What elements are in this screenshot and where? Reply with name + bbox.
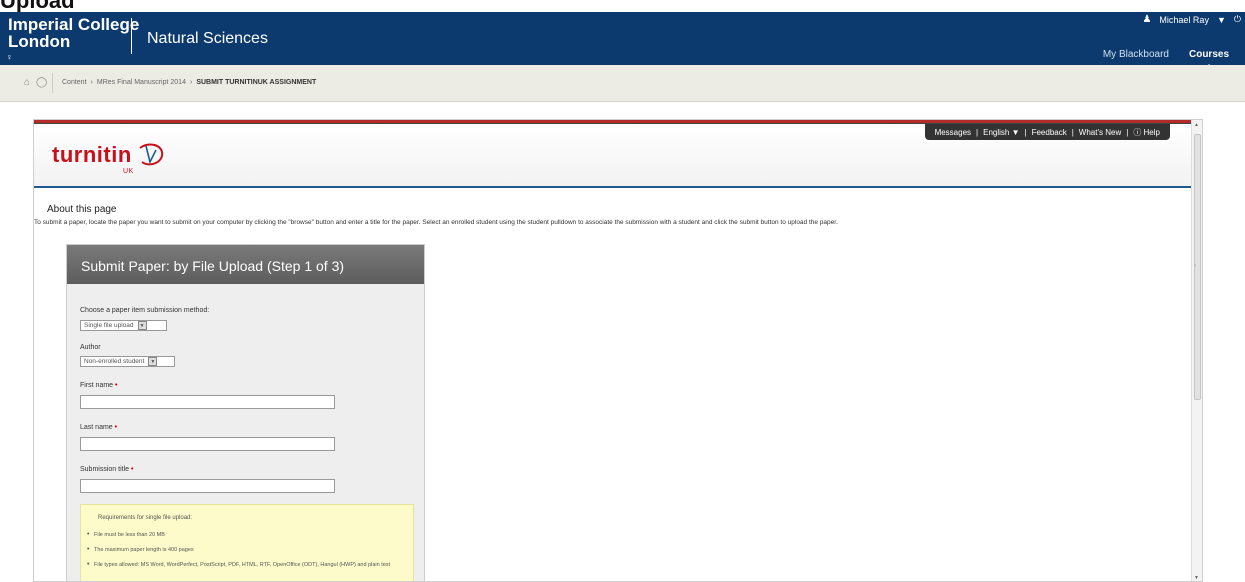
power-icon[interactable]: ⏻ [1234,14,1241,25]
header-rule [34,186,1193,188]
author-value: Non-enrolled student [84,358,145,365]
requirement-item: The maximum paper length is 400 pages [87,546,407,553]
submission-title-input[interactable] [80,479,335,493]
turnitin-logo: turnitin UK [52,142,164,175]
caption-strip: Upload [0,0,1245,12]
submit-paper-panel: Submit Paper: by File Upload (Step 1 of … [66,244,425,581]
submission-title-label: Submission title • [80,466,133,473]
home-icon[interactable]: ⌂ [24,77,30,88]
breadcrumb: Content › MRes Final Manuscript 2014 › S… [62,79,316,86]
department-title[interactable]: Natural Sciences [147,30,268,48]
required-marker: • [115,382,118,389]
logo-line1: Imperial College [8,15,140,34]
utility-separator: | [1126,127,1129,137]
breadcrumb-icons: ⌂ ◯ [24,77,47,88]
first-name-input[interactable] [80,395,335,409]
feedback-link[interactable]: Feedback [1032,128,1067,137]
caption-text: Upload [0,0,75,12]
link-icon: ♀ [6,52,13,62]
breadcrumb-separator: › [90,79,93,86]
required-marker: • [130,466,134,473]
requirements-title: Requirements for single file upload: [98,515,193,521]
utility-separator: | [1071,127,1074,137]
submission-method-value: Single file upload [84,322,134,329]
logo-divider [131,18,132,54]
submission-method-select[interactable]: Single file upload ▼ [80,320,167,331]
chevron-down-icon: ▼ [148,357,158,366]
chevron-down-icon: ▼ [137,321,147,330]
about-text: To submit a paper, locate the paper you … [34,219,838,226]
turnitin-swoosh-icon [139,143,164,166]
breadcrumb-divider [52,73,53,93]
utility-separator: | [1024,127,1027,137]
last-name-label-text: Last name [80,424,113,431]
requirements-list: File must be less than 20 MB The maximum… [87,531,407,577]
turnitin-logo-text: turnitin [52,142,132,167]
last-name-label: Last name • [80,424,117,431]
nav-courses[interactable]: Courses [1189,49,1229,69]
scroll-up-arrow[interactable]: ▲ [1194,122,1199,128]
college-logo[interactable]: Imperial College London [8,16,139,50]
method-label: Choose a paper item submission method: [80,307,210,314]
last-name-input[interactable] [80,437,335,451]
author-label: Author [80,344,101,351]
top-nav: My Blackboard Courses [1103,49,1229,69]
user-name[interactable]: Michael Ray [1159,15,1209,25]
requirement-item: File types allowed: MS Word, WordPerfect… [87,561,407,568]
required-marker: • [114,424,118,431]
submission-title-label-text: Submission title [80,466,130,473]
breadcrumb-current: SUBMIT TURNITINUK ASSIGNMENT [196,79,317,86]
turnitin-utility-bar: Messages | English ▼ | Feedback | What's… [924,124,1170,140]
scroll-down-arrow[interactable]: ▼ [1194,575,1199,581]
breadcrumb-course[interactable]: MRes Final Manuscript 2014 [97,79,186,86]
breadcrumb-content[interactable]: Content [62,79,87,86]
chevron-down-icon[interactable]: ▼ [1217,15,1226,25]
nav-my-blackboard[interactable]: My Blackboard [1103,49,1169,60]
turnitin-frame: Messages | English ▼ | Feedback | What's… [33,119,1203,582]
breadcrumb-separator: › [189,79,193,86]
whats-new-link[interactable]: What's New [1079,128,1121,137]
frame-scrollbar[interactable]: ▲ ≡ ▼ [1191,120,1202,581]
author-select[interactable]: Non-enrolled student ▼ [80,356,175,367]
scroll-grip-icon: ≡ [1194,263,1197,268]
panel-title: Submit Paper: by File Upload (Step 1 of … [67,245,424,284]
requirement-item: File must be less than 20 MB [87,531,407,538]
user-icon: ♟ [1142,14,1152,25]
turnitin-logo-uk: UK [123,168,134,175]
history-icon[interactable]: ◯ [36,77,47,88]
user-menu[interactable]: ♟ Michael Ray ▼ ⏻ [1142,14,1241,25]
language-select[interactable]: English ▼ [983,128,1019,137]
top-header: Imperial College London ♀ Natural Scienc… [0,12,1245,69]
messages-link[interactable]: Messages [935,128,971,137]
first-name-label-text: First name [80,382,114,389]
first-name-label: First name • [80,382,117,389]
help-link[interactable]: ⓘ Help [1133,127,1160,138]
logo-line2: London [8,32,71,51]
about-title: About this page [47,204,117,215]
requirements-box: Requirements for single file upload: Fil… [80,504,414,581]
utility-separator: | [976,127,979,137]
breadcrumb-bar: ⌂ ◯ Content › MRes Final Manuscript 2014… [0,65,1245,102]
